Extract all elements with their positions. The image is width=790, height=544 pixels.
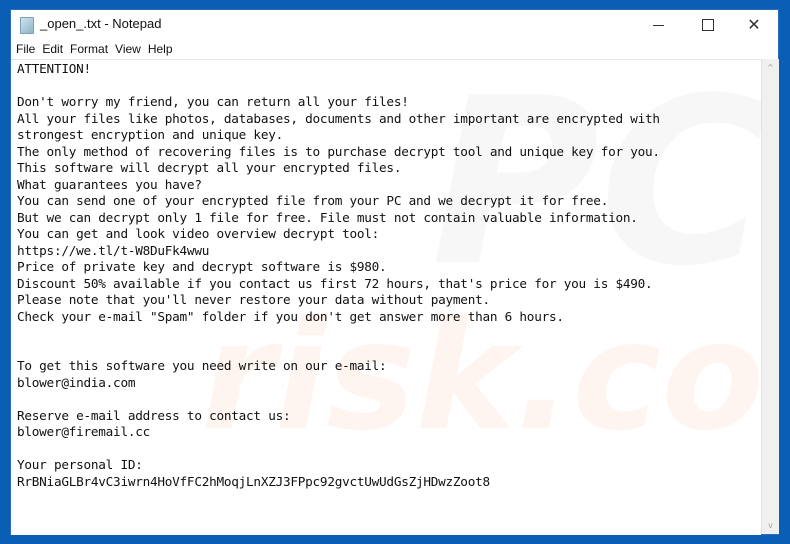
text-line: The only method of recovering files is t…: [17, 143, 660, 159]
scroll-up-icon[interactable]: ^: [762, 63, 779, 72]
text-line: Discount 50% available if you contact us…: [17, 275, 653, 291]
text-line: [17, 78, 660, 95]
text-line: You can send one of your encrypted file …: [17, 193, 609, 208]
text-line: To get this software you need write on o…: [17, 358, 387, 373]
notepad-window: _open_.txt - Notepad ✕ File Edit Format …: [11, 10, 779, 535]
text-line: Reserve e-mail address to contact us:: [17, 407, 291, 423]
scroll-down-icon[interactable]: v: [762, 521, 779, 530]
text-line: But we can decrypt only 1 file for free.…: [17, 209, 638, 225]
text-line: You can get and look video overview decr…: [17, 226, 380, 241]
text-line: Don't worry my friend, you can return al…: [17, 94, 409, 109]
text-line: What guarantees you have?: [17, 176, 202, 192]
text-line: RrBNiaGLBr4vC3iwrn4HoVfFC2hMoqjLnXZJ3FPp…: [17, 473, 490, 489]
window-title: _open_.txt - Notepad: [40, 16, 162, 31]
minimize-button[interactable]: [635, 10, 681, 40]
text-line: blower@firemail.cc: [17, 424, 150, 439]
maximize-button[interactable]: [685, 10, 731, 40]
text-line: [17, 441, 660, 458]
text-line: blower@india.com: [17, 374, 136, 390]
menu-view[interactable]: View: [111, 42, 144, 56]
menu-help[interactable]: Help: [144, 42, 176, 56]
close-icon: ✕: [747, 15, 761, 34]
text-line: All your files like photos, databases, d…: [17, 110, 660, 126]
notepad-app-icon: [20, 17, 34, 34]
menu-edit[interactable]: Edit: [38, 42, 66, 56]
text-line: Your personal ID:: [17, 457, 143, 472]
vertical-scrollbar[interactable]: ^ v: [761, 59, 779, 534]
menu-bar: File Edit Format View Help: [11, 40, 778, 58]
text-editor-area[interactable]: PC risk.com ATTENTION!Don't worry my fri…: [11, 59, 761, 535]
text-line: ATTENTION!: [17, 61, 91, 76]
text-line: [17, 391, 660, 408]
title-bar[interactable]: _open_.txt - Notepad ✕: [11, 10, 778, 40]
maximize-icon: [702, 19, 714, 31]
text-line: Check your e-mail "Spam" folder if you d…: [17, 308, 564, 324]
menu-format[interactable]: Format: [66, 42, 111, 56]
text-line: https://we.tl/t-W8DuFk4wwu: [17, 242, 210, 258]
minimize-icon: [652, 24, 664, 26]
text-line: [17, 342, 660, 359]
text-line: This software will decrypt all your encr…: [17, 160, 402, 175]
text-line: Please note that you'll never restore yo…: [17, 292, 490, 307]
menu-file[interactable]: File: [11, 42, 38, 56]
close-button[interactable]: ✕: [731, 10, 777, 40]
text-line: [17, 325, 660, 342]
text-line: Price of private key and decrypt softwar…: [17, 259, 387, 274]
text-line: strongest encryption and unique key.: [17, 127, 283, 142]
document-text[interactable]: ATTENTION! Don't worry my friend, you can…: [17, 61, 660, 490]
